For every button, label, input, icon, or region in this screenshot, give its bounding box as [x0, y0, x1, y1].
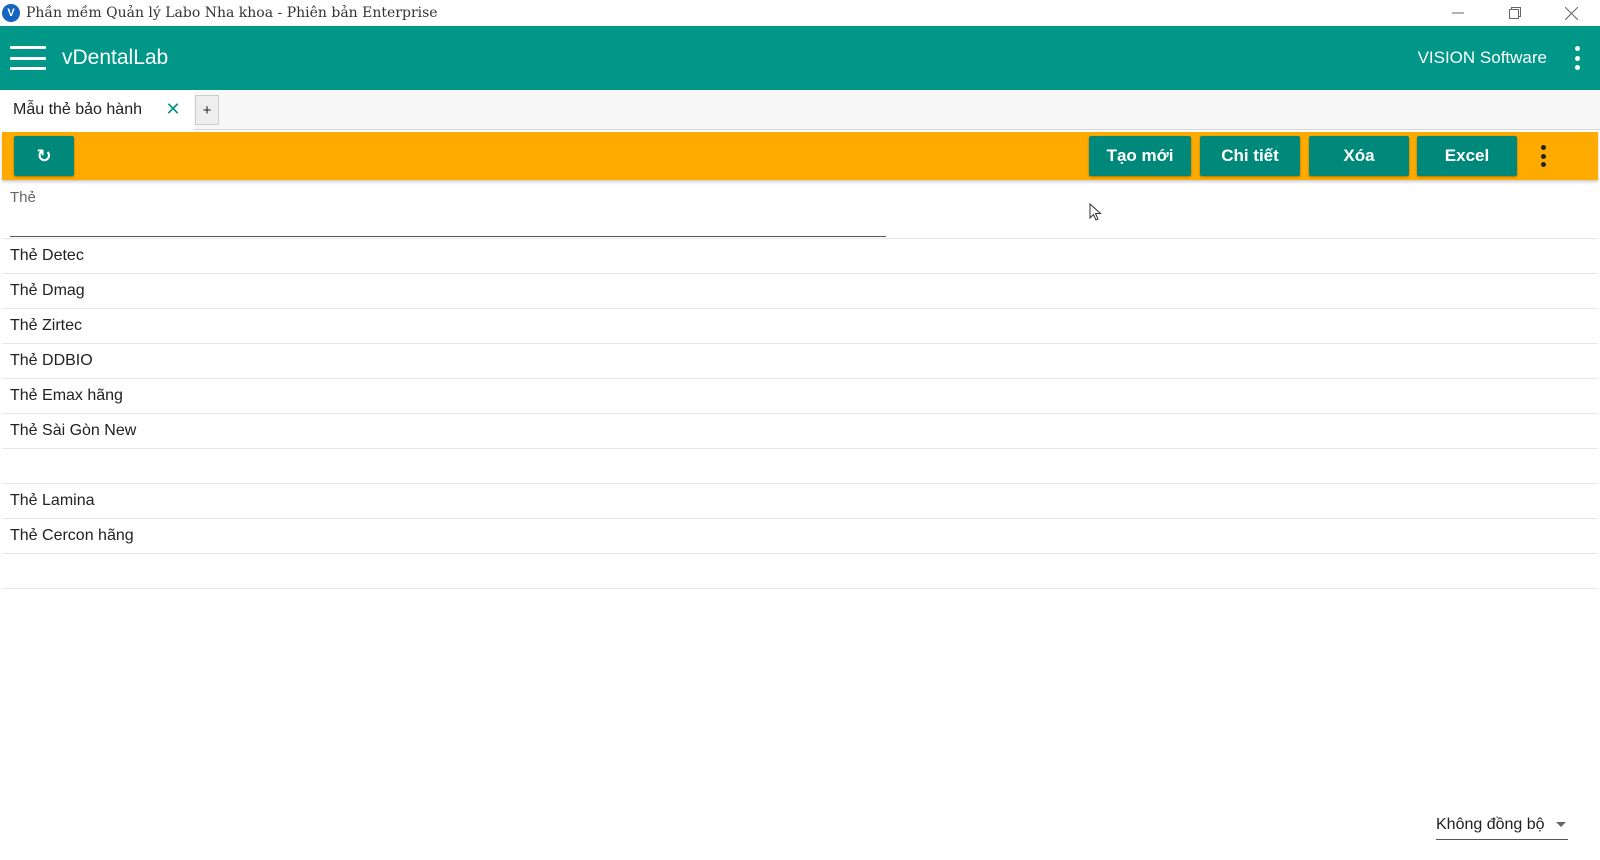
table-row[interactable]: Thẻ Cercon hãng — [2, 519, 1598, 554]
tab-label: Mẫu thẻ bảo hành — [13, 101, 142, 118]
tab-strip: Mẫu thẻ bảo hành ✕ + — [0, 90, 1600, 130]
restore-icon — [1508, 7, 1521, 19]
window-title: Phần mềm Quản lý Labo Nha khoa - Phiên b… — [26, 5, 438, 21]
minimize-icon — [1451, 12, 1464, 14]
close-window-button[interactable] — [1543, 0, 1600, 26]
refresh-button[interactable]: ↻ — [14, 136, 74, 176]
table-row[interactable]: Thẻ Detec — [2, 239, 1598, 274]
grid-header: Thẻ — [2, 180, 1598, 239]
refresh-icon: ↻ — [36, 145, 52, 166]
detail-button[interactable]: Chi tiết — [1200, 136, 1300, 176]
window-titlebar: V Phần mềm Quản lý Labo Nha khoa - Phiên… — [0, 0, 1600, 26]
table-row[interactable] — [2, 554, 1598, 589]
row-cell: Thẻ Detec — [10, 247, 84, 264]
column-filter-input[interactable] — [10, 236, 886, 237]
table-row[interactable]: Thẻ DDBIO — [2, 344, 1598, 379]
column-header-card[interactable]: Thẻ — [10, 189, 36, 206]
excel-button[interactable]: Excel — [1417, 136, 1517, 176]
app-name: vDentalLab — [62, 46, 169, 69]
hamburger-icon[interactable] — [10, 46, 46, 70]
company-name: VISION Software — [1417, 48, 1547, 67]
app-bar: vDentalLab VISION Software — [0, 26, 1600, 90]
table-row[interactable]: Thẻ Lamina — [2, 484, 1598, 519]
table-row[interactable] — [2, 449, 1598, 484]
row-cell: Thẻ Zirtec — [10, 317, 83, 334]
table-row[interactable]: Thẻ Emax hãng — [2, 379, 1598, 414]
toolbar: ↻ Tạo mới Chi tiết Xóa Excel — [2, 132, 1598, 180]
grid-body: Thẻ Detec Thẻ Dmag Thẻ Zirtec Thẻ DDBIO … — [2, 239, 1598, 589]
row-cell: Thẻ Cercon hãng — [10, 527, 134, 544]
more-vert-icon[interactable] — [1572, 46, 1582, 70]
tab-warranty-card-template[interactable]: Mẫu thẻ bảo hành ✕ — [0, 90, 194, 130]
row-cell: Thẻ Emax hãng — [10, 387, 123, 404]
chevron-down-icon — [1556, 822, 1566, 827]
table-row[interactable]: Thẻ Dmag — [2, 274, 1598, 309]
delete-button[interactable]: Xóa — [1309, 136, 1409, 176]
close-window-icon — [1565, 6, 1578, 20]
mouse-cursor-icon — [1089, 203, 1102, 221]
minimize-button[interactable] — [1429, 0, 1486, 26]
sync-mode-select[interactable]: Không đồng bộ — [1436, 810, 1568, 840]
app-logo-icon: V — [2, 4, 20, 22]
window-controls — [1429, 0, 1600, 26]
close-icon[interactable]: ✕ — [164, 100, 182, 118]
row-cell: Thẻ Dmag — [10, 282, 85, 299]
table-row[interactable]: Thẻ Sài Gòn New — [2, 414, 1598, 449]
row-cell: Thẻ Sài Gòn New — [10, 422, 137, 439]
row-cell: Thẻ Lamina — [10, 492, 95, 509]
row-cell: Thẻ DDBIO — [10, 352, 93, 369]
table-row[interactable]: Thẻ Zirtec — [2, 309, 1598, 344]
restore-button[interactable] — [1486, 0, 1543, 26]
create-button[interactable]: Tạo mới — [1089, 136, 1191, 176]
toolbar-more-icon[interactable] — [1539, 145, 1547, 167]
add-tab-button[interactable]: + — [195, 95, 219, 125]
sync-mode-value: Không đồng bộ — [1436, 815, 1545, 833]
